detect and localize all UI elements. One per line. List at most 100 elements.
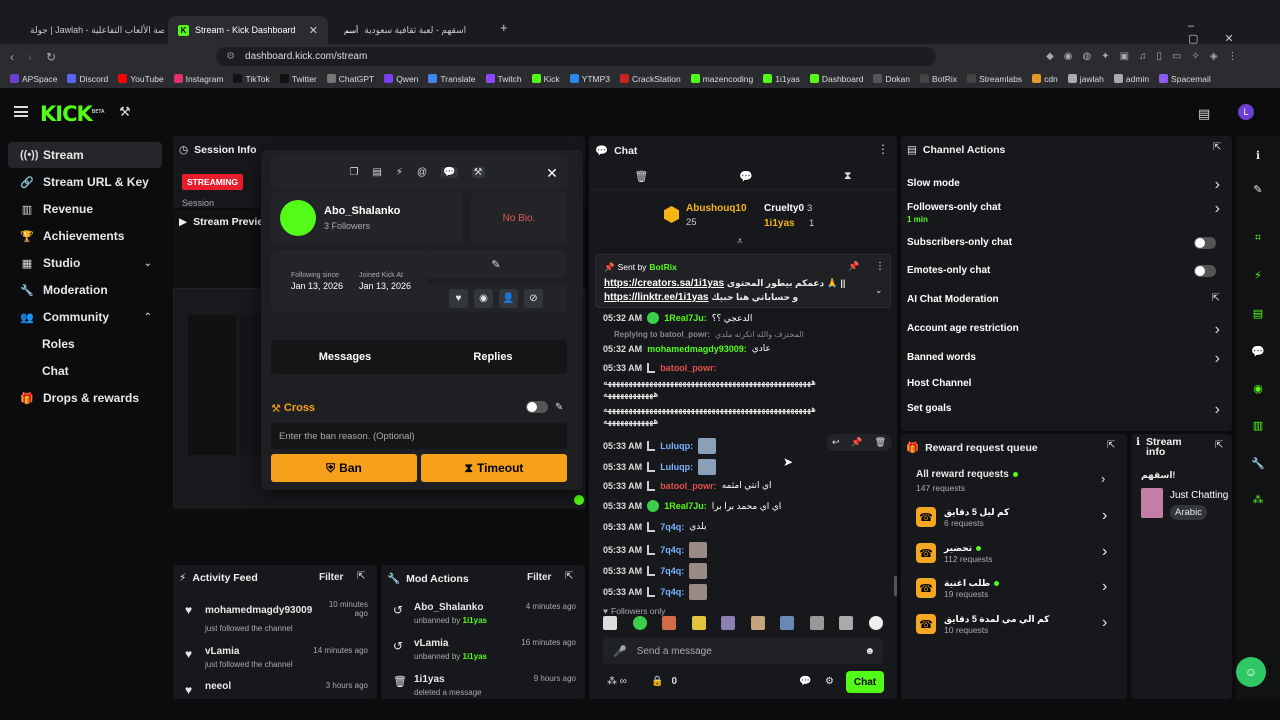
emoji-icon[interactable]: ☻ — [864, 646, 875, 657]
emote-icon[interactable] — [780, 616, 795, 630]
chat-message[interactable]: هههههههههههههههههههههههههههههههههههههههه… — [603, 404, 816, 415]
send-chat-button[interactable]: Chat — [846, 671, 884, 693]
server-icon[interactable]: ▥ — [1250, 416, 1266, 434]
emote-icon[interactable] — [603, 616, 617, 630]
mod-action-user[interactable]: 1i1yas — [414, 674, 445, 685]
chevron-right-icon[interactable]: › — [1102, 578, 1107, 596]
channel-action-row[interactable]: Followers-only chat 1 min › — [901, 200, 1232, 225]
hamburger-menu-icon[interactable] — [14, 106, 28, 117]
bookmark-item[interactable]: Dokan — [873, 74, 910, 84]
broadcast-icon[interactable]: ◉ — [1250, 379, 1266, 397]
bookmark-item[interactable]: Translate — [428, 74, 476, 84]
bookmark-item[interactable]: Twitter — [279, 74, 317, 84]
activity-user[interactable]: vLamia — [205, 646, 239, 657]
chat-username[interactable]: 1Real7Ju: — [664, 501, 707, 511]
gear-icon[interactable]: ⚙ — [825, 676, 834, 687]
profile-avatar[interactable]: L — [1238, 104, 1254, 120]
chat-message[interactable]: 05:33 AM batool_powr: اي انتي امثمه — [603, 480, 772, 491]
sidebar-item-moderation[interactable]: 🔧 Moderation — [8, 277, 162, 303]
store-icon[interactable]: ▤ — [1198, 106, 1210, 122]
tab-kick-dashboard[interactable]: K Stream - Kick Dashboard ✕ — [168, 16, 328, 44]
scan-icon[interactable]: ⌗ — [1250, 229, 1266, 247]
reward-item[interactable]: ☎ طلب اغنية 19 requests › — [916, 573, 1116, 603]
emote-icon[interactable] — [662, 616, 677, 630]
chevron-right-icon[interactable]: › — [1102, 543, 1107, 561]
eye-icon[interactable]: ◉ — [474, 288, 493, 308]
hammer-icon[interactable]: ⚒ — [119, 104, 131, 120]
chat-username[interactable]: 7q4q: — [660, 566, 684, 576]
bookmark-item[interactable]: BotRix — [920, 74, 957, 84]
chat-message[interactable]: 05:33 AM Luluqp: — [603, 438, 717, 454]
chat-username[interactable]: mohamedmagdy93009: — [647, 344, 747, 354]
leader-name[interactable]: Abushouq10 — [686, 203, 747, 214]
popout-icon[interactable]: ⇱ — [1107, 440, 1115, 451]
timeout-button[interactable]: ⧗ Timeout — [421, 454, 567, 482]
chat-message[interactable]: Replying to batool_powr: المحترف والله ات… — [614, 330, 804, 339]
chevron-right-icon[interactable]: › — [1102, 614, 1107, 632]
popout-icon[interactable]: ⇱ — [357, 571, 365, 582]
chat-message[interactable]: 05:33 AM 7q4q: بلدي — [603, 521, 706, 532]
sidebar-item-revenue[interactable]: ▥ Revenue — [8, 196, 162, 222]
user-mod-icon[interactable]: 👤 — [499, 288, 518, 308]
chat-message[interactable]: ههههههههههههه — [603, 416, 658, 427]
popout-icon[interactable]: ⇱ — [1215, 440, 1223, 451]
popout-icon[interactable]: ⇱ — [1213, 142, 1221, 153]
sidebar-item-chat[interactable]: Chat — [8, 358, 162, 384]
emote-icon[interactable] — [691, 616, 706, 630]
chevron-right-icon[interactable]: › — [1215, 401, 1220, 419]
chevron-right-icon[interactable]: › — [1101, 471, 1105, 486]
emote-icon[interactable] — [632, 616, 647, 630]
external-link-icon[interactable]: ⇱ — [1212, 293, 1220, 304]
mod-action-user[interactable]: Abo_Shalanko — [414, 602, 483, 613]
window-controls[interactable]: –▢✕ — [1188, 20, 1280, 45]
heart-icon[interactable]: ♥ — [449, 288, 468, 308]
channel-action-row[interactable]: Subscribers-only chat — [901, 236, 1232, 260]
pinned-bot-name[interactable]: BotRix — [649, 262, 676, 273]
emote-icon[interactable] — [750, 616, 765, 630]
mod-action-user[interactable]: vLamia — [414, 638, 448, 649]
chat-bubble-icon[interactable]: 💬 — [441, 166, 458, 178]
calendar-icon[interactable]: ▤ — [372, 167, 381, 178]
forward-icon[interactable]: › — [28, 50, 32, 64]
chat-username[interactable]: 7q4q: — [660, 545, 684, 555]
chat-scrollbar[interactable] — [894, 576, 897, 596]
microphone-icon[interactable]: 🎤 — [613, 645, 627, 658]
sidebar-item-drops[interactable]: 🎁 Drops & rewards — [8, 385, 162, 411]
lightning-icon[interactable]: ⚡ — [396, 167, 403, 178]
site-info-icon[interactable]: ⚙ — [226, 51, 235, 62]
trash-icon[interactable]: 🗑 — [875, 437, 886, 448]
document-icon[interactable]: ▤ — [1250, 304, 1266, 322]
popout-icon[interactable]: ⇱ — [565, 571, 573, 582]
bookmark-item[interactable]: Dashboard — [809, 74, 863, 84]
chat-message[interactable]: 05:33 AM 7q4q: — [603, 584, 708, 600]
bookmark-item[interactable]: Instagram — [173, 74, 223, 84]
bookmark-item[interactable]: Spacemail — [1159, 74, 1211, 84]
reward-item[interactable]: ☎ كم ليل 5 دقايق 6 requests › — [916, 502, 1116, 532]
copy-icon[interactable]: ❐ — [349, 167, 358, 178]
activity-filter-button[interactable]: Filter — [319, 572, 343, 583]
emote-icon[interactable] — [868, 616, 883, 630]
stream-category[interactable]: Just Chatting — [1170, 490, 1232, 501]
toggle-switch[interactable] — [1194, 237, 1216, 249]
chat-icon[interactable]: 💬 — [1250, 342, 1266, 360]
new-tab-icon[interactable]: + — [500, 20, 508, 35]
channel-action-row[interactable]: Banned words › — [901, 350, 1232, 375]
info-icon[interactable]: ℹ — [1250, 146, 1266, 164]
channel-action-row[interactable]: Host Channel — [901, 377, 1232, 401]
extensions-icons[interactable]: ◆◉◍✦▣♫▯▭✧◈⋮ — [1046, 51, 1248, 62]
chat-username[interactable]: 7q4q: — [660, 522, 684, 532]
activity-user[interactable]: mohamedmagdy93009 — [205, 605, 312, 616]
edit-icon[interactable]: ✎ — [1250, 180, 1266, 198]
cross-toggle[interactable] — [526, 401, 548, 413]
chat-username[interactable]: 1Real7Ju: — [664, 313, 707, 323]
reply-icon[interactable]: ↩ — [832, 437, 840, 448]
ban-button[interactable]: ⛨ Ban — [271, 454, 417, 482]
chat-username[interactable]: 7q4q: — [660, 587, 684, 597]
reward-item[interactable]: ☎ تحضير 112 requests › — [916, 538, 1116, 568]
chat-message[interactable]: 05:33 AM 1Real7Ju: اي اي محمد برا برا — [603, 500, 781, 512]
sidebar-item-studio[interactable]: ▦ Studio ⌄ — [8, 250, 162, 276]
bookmark-item[interactable]: 1i1yas — [763, 74, 800, 84]
chat-message[interactable]: 05:32 AM 1Real7Ju: الدعجي ؟؟ — [603, 312, 752, 324]
reward-item[interactable]: ☎ كم الي مي لمدة 5 دقايق 10 requests › — [916, 609, 1116, 639]
bookmark-item[interactable]: Discord — [67, 74, 108, 84]
